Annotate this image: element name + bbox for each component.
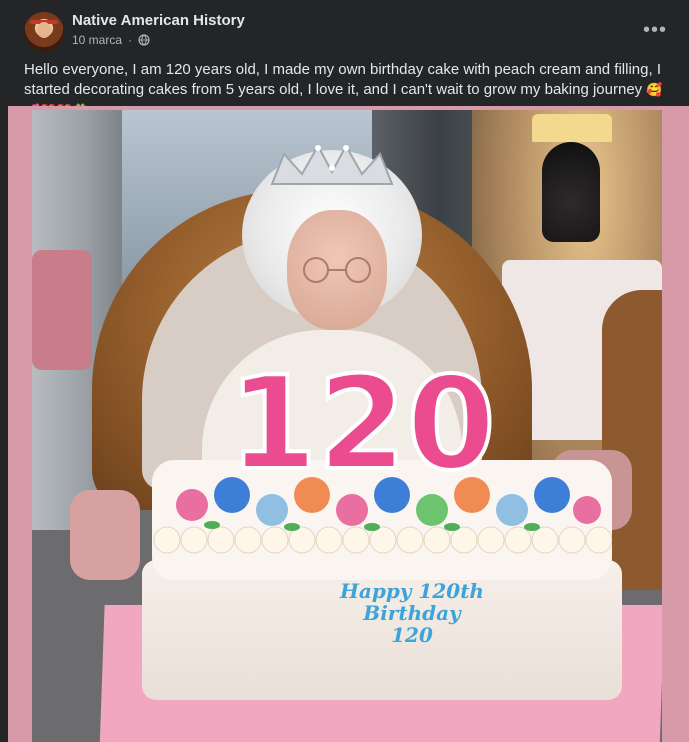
page-avatar[interactable] bbox=[24, 12, 64, 52]
number-candles: 120 bbox=[226, 348, 497, 480]
post-meta: 10 marca · bbox=[72, 33, 150, 47]
post-header: Native American History 10 marca · ••• bbox=[0, 0, 689, 56]
cake-text-line-2: Birthday bbox=[363, 601, 461, 625]
tiara-icon bbox=[270, 143, 394, 185]
cake-text-line-3: 120 bbox=[391, 623, 433, 647]
lamp-shade bbox=[532, 114, 612, 142]
lamp-base bbox=[542, 142, 600, 242]
cake-text-line-1: Happy 120th bbox=[340, 579, 484, 603]
post-image[interactable]: 120 Happy 120th Birthday 120 bbox=[8, 106, 689, 742]
birthday-photo: 120 Happy 120th Birthday 120 bbox=[32, 110, 662, 742]
cake-inscription: Happy 120th Birthday 120 bbox=[322, 580, 502, 646]
page-name-link[interactable]: Native American History bbox=[72, 12, 245, 29]
candle-number: 120 bbox=[228, 350, 495, 480]
caption-text: Hello everyone, I am 120 years old, I ma… bbox=[24, 61, 661, 98]
more-options-button[interactable]: ••• bbox=[637, 16, 673, 44]
post-timestamp[interactable]: 10 marca bbox=[72, 33, 122, 47]
avatar-face bbox=[37, 22, 51, 38]
meta-separator: · bbox=[128, 33, 133, 47]
hand-left bbox=[70, 490, 140, 580]
glasses-icon bbox=[303, 257, 371, 283]
pillow-left bbox=[32, 250, 92, 370]
globe-icon[interactable] bbox=[138, 34, 150, 46]
